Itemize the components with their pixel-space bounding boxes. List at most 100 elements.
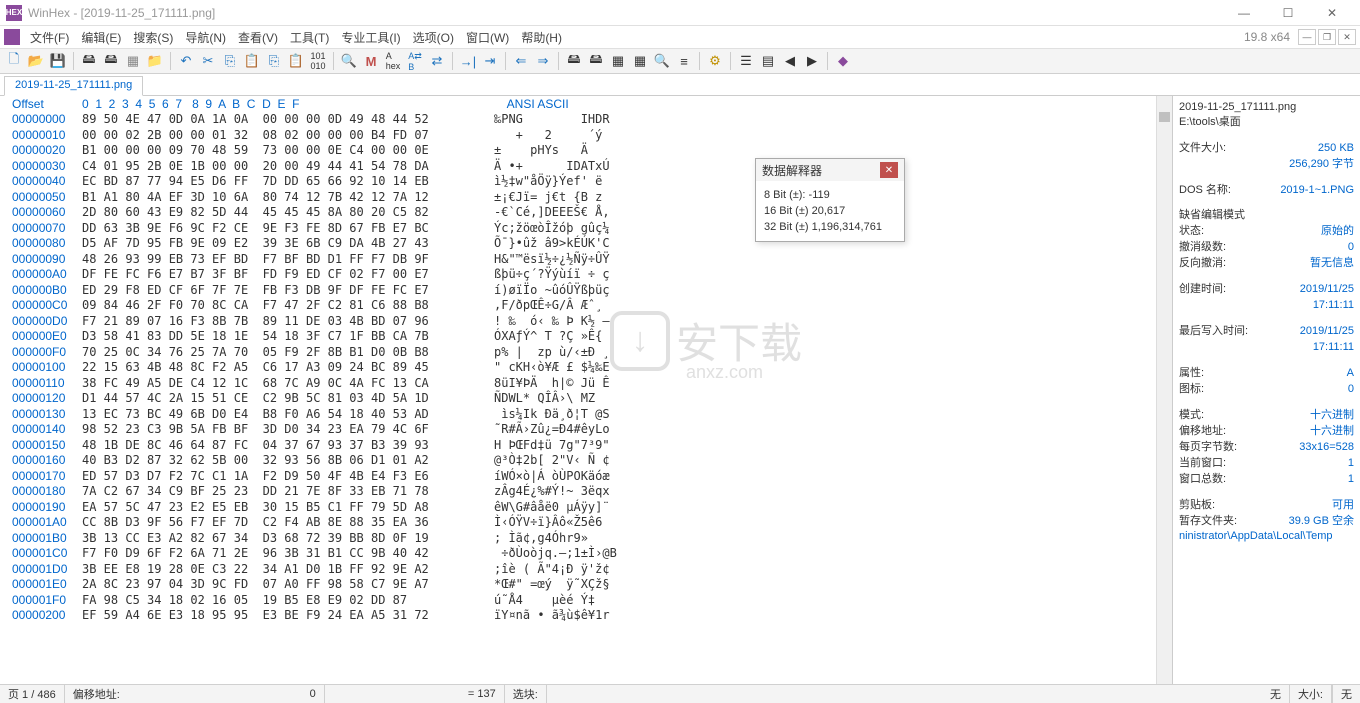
menu-nav[interactable]: 导航(N) [179,29,232,46]
goto-icon[interactable]: →| [458,51,478,71]
hex-row[interactable]: 0000015048 1B DE 8C 46 64 87 FC 04 37 67… [0,438,1172,454]
hex-row[interactable]: 00000190EA 57 5C 47 23 E2 E5 EB 30 15 B5… [0,500,1172,516]
paste-icon[interactable]: 📋 [242,51,262,71]
close-button[interactable]: ✕ [1310,0,1354,26]
data-interpreter[interactable]: 数据解释器 ✕ 8 Bit (±): -119 16 Bit (±) 20,61… [755,158,905,242]
hex-row[interactable]: 00000040EC BD 87 77 94 E5 D6 FF 7D DD 65… [0,174,1172,190]
hex-row[interactable]: 000000B0ED 29 F8 ED CF 6F 7F 7E FB F3 DB… [0,283,1172,299]
hex-row[interactable]: 000000F070 25 0C 34 76 25 7A 70 05 F9 2F… [0,345,1172,361]
status-selv: 无 [1262,685,1290,703]
filter-icon[interactable]: ≡ [674,51,694,71]
menu-options[interactable]: 选项(O) [407,29,460,46]
menu-edit[interactable]: 编辑(E) [75,29,127,46]
hex-row[interactable]: 000001A0CC 8B D3 9F 56 F7 EF 7D C2 F4 AB… [0,515,1172,531]
disk3-icon[interactable]: 🖴 [564,51,584,71]
menu-window[interactable]: 窗口(W) [460,29,515,46]
new-icon[interactable]: 🗋 [4,51,24,71]
gear-icon[interactable]: ⚙ [705,51,725,71]
play-icon[interactable]: ◀ [780,51,800,71]
hex-row[interactable]: 000001E02A 8C 23 97 04 3D 9C FD 07 A0 FF… [0,577,1172,593]
hex-row[interactable]: 00000200EF 59 A4 6E E3 18 95 95 E3 BE F9… [0,608,1172,624]
grid-icon[interactable]: ▦ [630,51,650,71]
hex-row[interactable]: 000000A0DF FE FC F6 E7 B7 3F BF FD F9 ED… [0,267,1172,283]
window-title: WinHex - [2019-11-25_171111.png] [28,6,1222,20]
hex-row[interactable]: 00000170ED 57 D3 D7 F2 7C C1 1A F2 D9 50… [0,469,1172,485]
clip-icon[interactable]: 📋 [286,51,306,71]
toolbar: 🗋 📂 💾 🖴 🖴 ▦ 📁 ↶ ✂ ⎘ 📋 ⎘ 📋 101010 🔍 M Ahe… [0,48,1360,74]
hex-row[interactable]: 000000E0D3 58 41 83 DD 5E 18 1E 54 18 3F… [0,329,1172,345]
hex-row[interactable]: 00000030C4 01 95 2B 0E 1B 00 00 20 00 49… [0,159,1172,175]
file-name: 2019-11-25_171111.png [1179,100,1354,115]
mdi-restore[interactable]: ❐ [1318,29,1336,45]
hex-scrollbar[interactable] [1156,96,1172,684]
interpreter-close[interactable]: ✕ [880,162,898,178]
copy2-icon[interactable]: ⎘ [264,51,284,71]
panel-icon[interactable]: ▤ [758,51,778,71]
statusbar: 页 1 / 486 偏移地址:0 = 137 选块: 无 大小: 无 [0,684,1360,703]
status-offset: 偏移地址:0 [65,685,325,703]
open-icon[interactable]: 📂 [26,51,46,71]
replace2-icon[interactable]: ⇄ [427,51,447,71]
hex-row[interactable]: 0000011038 FC 49 A5 DE C4 12 1C 68 7C A9… [0,376,1172,392]
hex-row[interactable]: 0000009048 26 93 99 EB 73 EF BD F7 BF BD… [0,252,1172,268]
menu-tools[interactable]: 工具(T) [284,29,335,46]
hex-row[interactable]: 00000080D5 AF 7D 95 FB 9E 09 E2 39 3E 6B… [0,236,1172,252]
hex-row[interactable]: 00000020B1 00 00 00 09 70 48 59 73 00 00… [0,143,1172,159]
lens-icon[interactable]: 🔍 [652,51,672,71]
tab-file[interactable]: 2019-11-25_171111.png [4,76,143,96]
hex-row[interactable]: 000001807A C2 67 34 C9 BF 25 23 DD 21 7E… [0,484,1172,500]
info-panel: 2019-11-25_171111.png E:\tools\桌面 文件大小:2… [1172,96,1360,684]
mdi-close[interactable]: ✕ [1338,29,1356,45]
menu-file[interactable]: 文件(F) [24,29,75,46]
hex-row[interactable]: 000001F0FA 98 C5 34 18 02 16 05 19 B5 E8… [0,593,1172,609]
find-icon[interactable]: 🔍 [339,51,359,71]
hex-row[interactable]: 0000016040 B3 D2 87 32 62 5B 00 32 93 56… [0,453,1172,469]
menu-view[interactable]: 查看(V) [232,29,284,46]
status-sizev: 无 [1332,685,1360,703]
hex-row[interactable]: 000001B03B 13 CC E3 A2 82 67 34 D3 68 72… [0,531,1172,547]
maximize-button[interactable]: ☐ [1266,0,1310,26]
chip-icon[interactable]: ▦ [608,51,628,71]
disk4-icon[interactable]: 🖴 [586,51,606,71]
prev-icon[interactable]: ⇐ [511,51,531,71]
hex-row[interactable]: 0000014098 52 23 C3 9B 5A FB BF 3D D0 34… [0,422,1172,438]
copy-icon[interactable]: ⎘ [220,51,240,71]
goto2-icon[interactable]: ⇥ [480,51,500,71]
hex-row[interactable]: 0000013013 EC 73 BC 49 6B D0 E4 B8 F0 A6… [0,407,1172,423]
cut-icon[interactable]: ✂ [198,51,218,71]
hex-row[interactable]: 000000D0F7 21 89 07 16 F3 8B 7B 89 11 DE… [0,314,1172,330]
hex-row[interactable]: 000001C0F7 F0 D9 6F F2 6A 71 2E 96 3B 31… [0,546,1172,562]
next-icon[interactable]: ⇒ [533,51,553,71]
menu-specialist[interactable]: 专业工具(I) [335,29,406,46]
hex-row[interactable]: 0000000089 50 4E 47 0D 0A 1A 0A 00 00 00… [0,112,1172,128]
hex-row[interactable]: 000001D03B EE E8 19 28 0E C3 22 34 A1 D0… [0,562,1172,578]
hex-row[interactable]: 00000120D1 44 57 4C 2A 15 51 CE C2 9B 5C… [0,391,1172,407]
save-icon[interactable]: 💾 [48,51,68,71]
bin-icon[interactable]: 101010 [308,51,328,71]
disk-icon[interactable]: 🖴 [79,51,99,71]
menu-help[interactable]: 帮助(H) [515,29,568,46]
back-icon[interactable]: ↶ [176,51,196,71]
hex-row[interactable]: 000000C009 84 46 2F F0 70 8C CA F7 47 2F… [0,298,1172,314]
disk2-icon[interactable]: 🖴 [101,51,121,71]
hex-row[interactable]: 00000070DD 63 3B 9E F6 9C F2 CE 9E F3 FE… [0,221,1172,237]
findhex-icon[interactable]: M [361,51,381,71]
status-sel: 选块: [505,685,547,703]
folder-up-icon[interactable]: 📁 [145,51,165,71]
hex-row[interactable]: 0000001000 00 02 2B 00 00 01 32 08 02 00… [0,128,1172,144]
eraser-icon[interactable]: ◆ [833,51,853,71]
hex-view[interactable]: Offset 0 1 2 3 4 5 6 7 8 9 A B C D E F A… [0,96,1172,684]
app-icon: HEX [6,5,22,21]
file-path: E:\tools\桌面 [1179,115,1354,130]
minimize-button[interactable]: — [1222,0,1266,26]
findtext-icon[interactable]: Ahex [383,51,403,71]
hex-row[interactable]: 000000602D 80 60 43 E9 82 5D 44 45 45 45… [0,205,1172,221]
menu-search[interactable]: 搜索(S) [127,29,179,46]
list-icon[interactable]: ☰ [736,51,756,71]
hex-row[interactable]: 0000010022 15 63 4B 48 8C F2 A5 C6 17 A3… [0,360,1172,376]
replace-icon[interactable]: A⇄B [405,51,425,71]
play2-icon[interactable]: ▶ [802,51,822,71]
hex-row[interactable]: 00000050B1 A1 80 4A EF 3D 10 6A 80 74 12… [0,190,1172,206]
ram-icon[interactable]: ▦ [123,51,143,71]
mdi-min[interactable]: — [1298,29,1316,45]
